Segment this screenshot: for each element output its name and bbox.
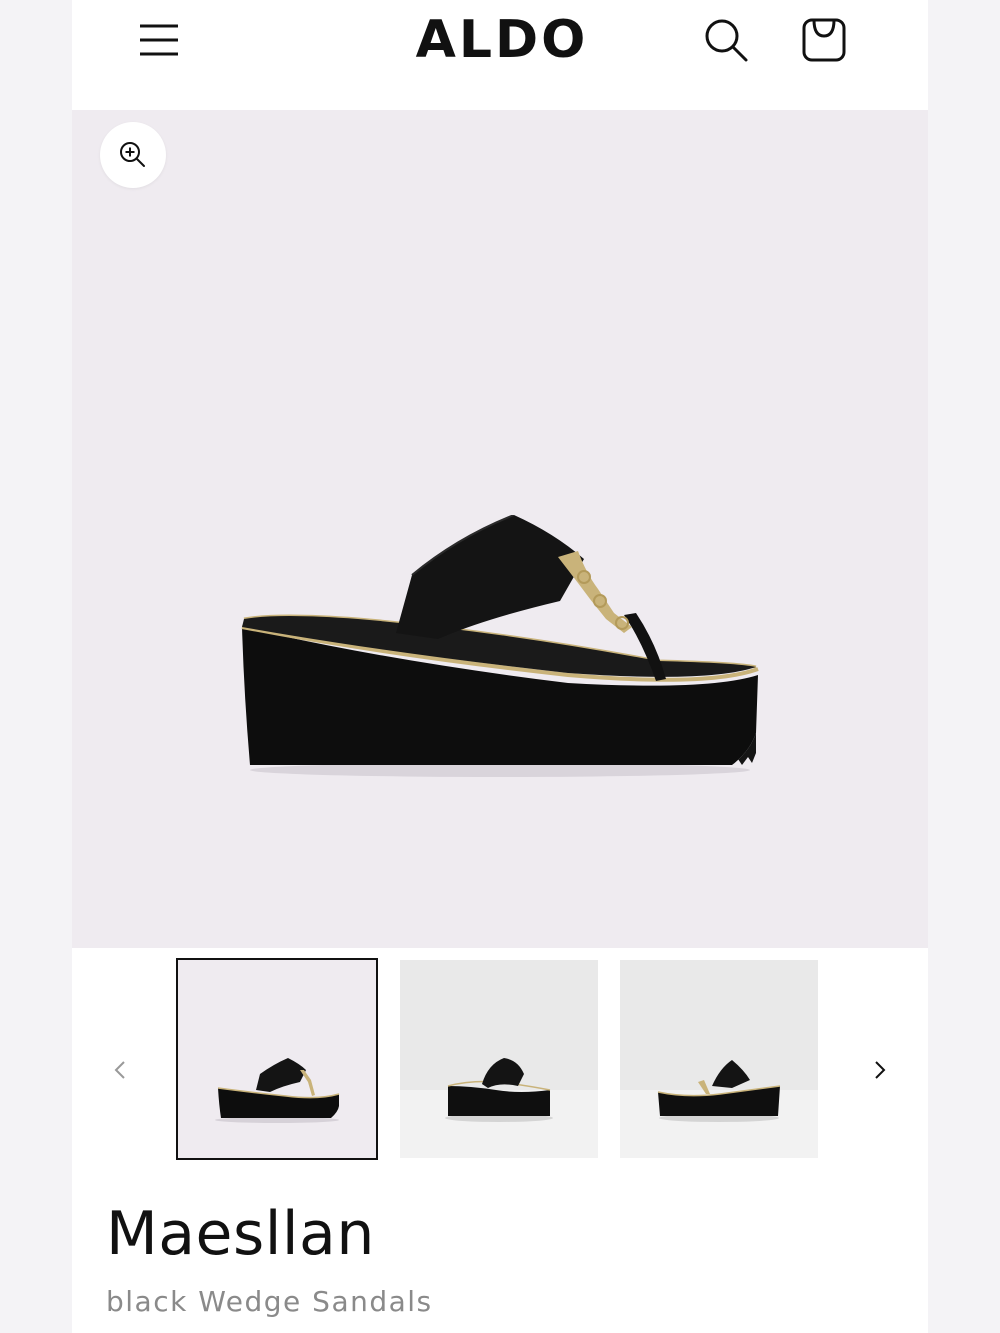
sandal-image bbox=[241, 515, 759, 777]
sandal-angle-view-thumbnail bbox=[400, 1058, 598, 1158]
main-product-image[interactable] bbox=[72, 110, 928, 948]
sandal-front-view-thumbnail bbox=[620, 1060, 818, 1158]
thumbnail-1[interactable] bbox=[176, 958, 378, 1160]
thumbnail-2[interactable] bbox=[400, 960, 598, 1158]
previous-image-button[interactable] bbox=[106, 1056, 134, 1084]
thumbnail-carousel bbox=[72, 948, 928, 1170]
search-button[interactable] bbox=[700, 14, 752, 66]
brand-logo[interactable]: ALDO bbox=[382, 10, 622, 70]
product-subtitle: black Wedge Sandals bbox=[106, 1285, 433, 1318]
zoom-button[interactable] bbox=[100, 122, 166, 188]
search-icon bbox=[705, 19, 748, 62]
thumbnail-3[interactable] bbox=[620, 960, 818, 1158]
menu-button[interactable] bbox=[134, 16, 184, 64]
shopping-bag-icon bbox=[802, 18, 846, 62]
sandal-side-view-thumbnail bbox=[215, 1058, 340, 1123]
zoom-in-icon bbox=[120, 142, 145, 167]
menu-icon bbox=[140, 24, 178, 56]
next-image-button[interactable] bbox=[866, 1056, 894, 1084]
chevron-right-icon bbox=[875, 1061, 886, 1079]
site-header: ALDO bbox=[72, 0, 928, 108]
shopping-bag-button[interactable] bbox=[798, 12, 850, 68]
product-page: ALDO Maesllan black Wedge Sandals bbox=[72, 0, 928, 1333]
chevron-left-icon bbox=[114, 1061, 125, 1079]
product-name: Maesllan bbox=[106, 1199, 375, 1269]
